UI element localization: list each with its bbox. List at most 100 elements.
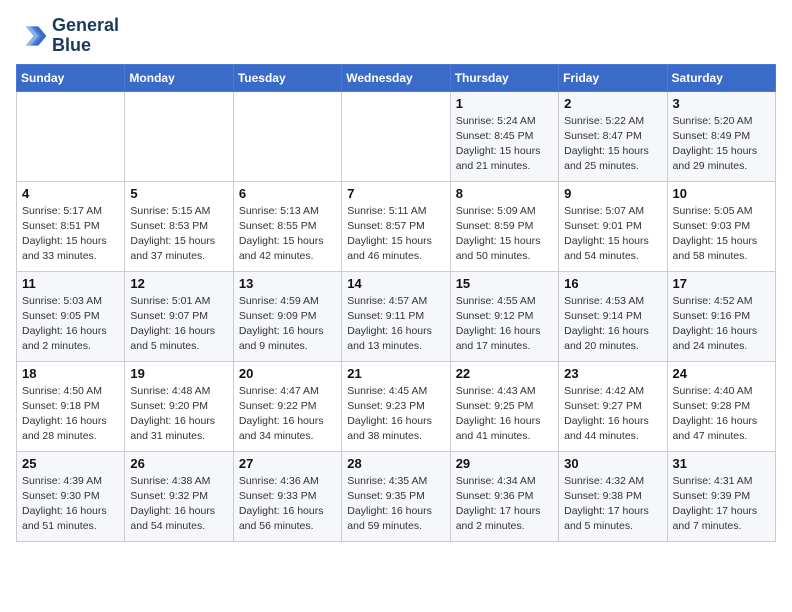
calendar-week-row: 18 Sunrise: 4:50 AM Sunset: 9:18 PM Dayli… [17,361,776,451]
calendar-cell: 7 Sunrise: 5:11 AM Sunset: 8:57 PM Daylig… [342,181,450,271]
day-info: Sunrise: 4:32 AM Sunset: 9:38 PM Dayligh… [564,474,661,535]
logo-icon [16,20,48,52]
day-header-monday: Monday [125,64,233,91]
day-info: Sunrise: 5:01 AM Sunset: 9:07 PM Dayligh… [130,294,227,355]
calendar-cell: 9 Sunrise: 5:07 AM Sunset: 9:01 PM Daylig… [559,181,667,271]
day-number: 19 [130,366,227,381]
day-number: 11 [22,276,119,291]
day-info: Sunrise: 5:07 AM Sunset: 9:01 PM Dayligh… [564,204,661,265]
calendar-cell: 22 Sunrise: 4:43 AM Sunset: 9:25 PM Dayli… [450,361,558,451]
day-info: Sunrise: 4:55 AM Sunset: 9:12 PM Dayligh… [456,294,553,355]
calendar-cell: 5 Sunrise: 5:15 AM Sunset: 8:53 PM Daylig… [125,181,233,271]
day-number: 14 [347,276,444,291]
day-info: Sunrise: 5:03 AM Sunset: 9:05 PM Dayligh… [22,294,119,355]
calendar-cell: 14 Sunrise: 4:57 AM Sunset: 9:11 PM Dayli… [342,271,450,361]
day-header-tuesday: Tuesday [233,64,341,91]
day-info: Sunrise: 4:50 AM Sunset: 9:18 PM Dayligh… [22,384,119,445]
day-number: 8 [456,186,553,201]
day-number: 15 [456,276,553,291]
day-info: Sunrise: 4:59 AM Sunset: 9:09 PM Dayligh… [239,294,336,355]
day-number: 2 [564,96,661,111]
day-number: 28 [347,456,444,471]
day-info: Sunrise: 4:35 AM Sunset: 9:35 PM Dayligh… [347,474,444,535]
day-info: Sunrise: 4:43 AM Sunset: 9:25 PM Dayligh… [456,384,553,445]
calendar-cell [17,91,125,181]
calendar-cell [233,91,341,181]
day-header-wednesday: Wednesday [342,64,450,91]
calendar-week-row: 25 Sunrise: 4:39 AM Sunset: 9:30 PM Dayli… [17,451,776,541]
day-info: Sunrise: 5:11 AM Sunset: 8:57 PM Dayligh… [347,204,444,265]
calendar-cell: 21 Sunrise: 4:45 AM Sunset: 9:23 PM Dayli… [342,361,450,451]
day-number: 10 [673,186,770,201]
day-number: 13 [239,276,336,291]
day-info: Sunrise: 5:20 AM Sunset: 8:49 PM Dayligh… [673,114,770,175]
calendar-cell: 31Sunrise: 4:31 AM Sunset: 9:39 PM Dayli… [667,451,775,541]
day-number: 27 [239,456,336,471]
calendar-cell: 25 Sunrise: 4:39 AM Sunset: 9:30 PM Dayli… [17,451,125,541]
calendar-cell: 13 Sunrise: 4:59 AM Sunset: 9:09 PM Dayli… [233,271,341,361]
day-info: Sunrise: 4:57 AM Sunset: 9:11 PM Dayligh… [347,294,444,355]
day-number: 30 [564,456,661,471]
calendar-cell: 16 Sunrise: 4:53 AM Sunset: 9:14 PM Dayli… [559,271,667,361]
calendar-cell: 12 Sunrise: 5:01 AM Sunset: 9:07 PM Dayli… [125,271,233,361]
day-number: 22 [456,366,553,381]
calendar-cell: 24Sunrise: 4:40 AM Sunset: 9:28 PM Dayli… [667,361,775,451]
day-number: 18 [22,366,119,381]
day-info: Sunrise: 4:40 AM Sunset: 9:28 PM Dayligh… [673,384,770,445]
calendar-cell: 29 Sunrise: 4:34 AM Sunset: 9:36 PM Dayli… [450,451,558,541]
calendar-cell: 30 Sunrise: 4:32 AM Sunset: 9:38 PM Dayli… [559,451,667,541]
calendar-cell: 23Sunrise: 4:42 AM Sunset: 9:27 PM Dayli… [559,361,667,451]
day-number: 21 [347,366,444,381]
day-info: Sunrise: 4:39 AM Sunset: 9:30 PM Dayligh… [22,474,119,535]
calendar-cell: 27 Sunrise: 4:36 AM Sunset: 9:33 PM Dayli… [233,451,341,541]
day-info: Sunrise: 5:09 AM Sunset: 8:59 PM Dayligh… [456,204,553,265]
calendar-cell: 8 Sunrise: 5:09 AM Sunset: 8:59 PM Daylig… [450,181,558,271]
calendar-cell: 3Sunrise: 5:20 AM Sunset: 8:49 PM Daylig… [667,91,775,181]
day-info: Sunrise: 4:48 AM Sunset: 9:20 PM Dayligh… [130,384,227,445]
calendar-cell: 18 Sunrise: 4:50 AM Sunset: 9:18 PM Dayli… [17,361,125,451]
calendar-cell [342,91,450,181]
calendar-header-row: SundayMondayTuesdayWednesdayThursdayFrid… [17,64,776,91]
day-number: 29 [456,456,553,471]
calendar-cell: 19 Sunrise: 4:48 AM Sunset: 9:20 PM Dayli… [125,361,233,451]
day-info: Sunrise: 4:47 AM Sunset: 9:22 PM Dayligh… [239,384,336,445]
day-number: 6 [239,186,336,201]
day-info: Sunrise: 5:22 AM Sunset: 8:47 PM Dayligh… [564,114,661,175]
day-number: 1 [456,96,553,111]
day-info: Sunrise: 4:31 AM Sunset: 9:39 PM Dayligh… [673,474,770,535]
day-number: 26 [130,456,227,471]
calendar-table: SundayMondayTuesdayWednesdayThursdayFrid… [16,64,776,542]
day-info: Sunrise: 4:36 AM Sunset: 9:33 PM Dayligh… [239,474,336,535]
day-number: 7 [347,186,444,201]
calendar-cell: 10 Sunrise: 5:05 AM Sunset: 9:03 PM Dayli… [667,181,775,271]
day-number: 5 [130,186,227,201]
day-info: Sunrise: 5:17 AM Sunset: 8:51 PM Dayligh… [22,204,119,265]
calendar-cell: 1Sunrise: 5:24 AM Sunset: 8:45 PM Daylig… [450,91,558,181]
calendar-week-row: 11 Sunrise: 5:03 AM Sunset: 9:05 PM Dayli… [17,271,776,361]
day-number: 16 [564,276,661,291]
calendar-cell: 2 Sunrise: 5:22 AM Sunset: 8:47 PM Daylig… [559,91,667,181]
day-header-sunday: Sunday [17,64,125,91]
calendar-week-row: 4 Sunrise: 5:17 AM Sunset: 8:51 PM Daylig… [17,181,776,271]
calendar-cell [125,91,233,181]
day-info: Sunrise: 5:05 AM Sunset: 9:03 PM Dayligh… [673,204,770,265]
calendar-cell: 20Sunrise: 4:47 AM Sunset: 9:22 PM Dayli… [233,361,341,451]
calendar-cell: 17Sunrise: 4:52 AM Sunset: 9:16 PM Dayli… [667,271,775,361]
day-number: 9 [564,186,661,201]
day-number: 12 [130,276,227,291]
logo-text: General Blue [52,16,119,56]
page-header: General Blue [16,16,776,56]
day-info: Sunrise: 5:15 AM Sunset: 8:53 PM Dayligh… [130,204,227,265]
day-info: Sunrise: 4:53 AM Sunset: 9:14 PM Dayligh… [564,294,661,355]
day-info: Sunrise: 4:38 AM Sunset: 9:32 PM Dayligh… [130,474,227,535]
day-info: Sunrise: 4:34 AM Sunset: 9:36 PM Dayligh… [456,474,553,535]
day-number: 17 [673,276,770,291]
logo: General Blue [16,16,119,56]
day-header-thursday: Thursday [450,64,558,91]
calendar-cell: 28 Sunrise: 4:35 AM Sunset: 9:35 PM Dayli… [342,451,450,541]
day-info: Sunrise: 4:45 AM Sunset: 9:23 PM Dayligh… [347,384,444,445]
day-number: 4 [22,186,119,201]
calendar-cell: 6Sunrise: 5:13 AM Sunset: 8:55 PM Daylig… [233,181,341,271]
day-header-friday: Friday [559,64,667,91]
day-number: 25 [22,456,119,471]
